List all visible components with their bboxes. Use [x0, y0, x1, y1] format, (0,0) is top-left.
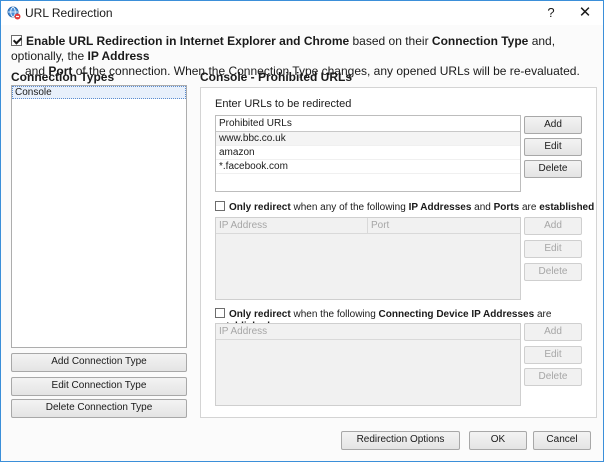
enable-text-bold2: Connection Type	[431, 34, 529, 48]
device-ip-header: IP Address	[216, 324, 520, 340]
table-row[interactable]: www.bbc.co.uk	[216, 132, 520, 146]
close-button[interactable]: ✕	[575, 4, 595, 22]
ip-address-port-table: IP Address Port	[215, 217, 521, 300]
enable-text-mid: based on their	[349, 34, 432, 48]
enable-text-bold: Enable URL Redirection in Internet Explo…	[26, 34, 350, 48]
redirection-options-button[interactable]: Redirection Options	[341, 431, 460, 450]
ip-filter-t1: Only redirect	[229, 202, 291, 213]
edit-connection-type-button[interactable]: Edit Connection Type	[11, 377, 187, 396]
ip-port-header: IP Address Port	[216, 218, 520, 234]
title-bar: URL Redirection ? ✕	[1, 1, 603, 25]
prohibited-urls-heading: Console - Prohibited URLs	[200, 70, 353, 84]
add-device-ip-button[interactable]: Add	[524, 323, 582, 341]
ip-address-column-header: IP Address	[216, 218, 368, 233]
edit-ip-port-button[interactable]: Edit	[524, 240, 582, 258]
prohibited-urls-header: Prohibited URLs	[216, 116, 520, 132]
prohibited-urls-column-header: Prohibited URLs	[219, 118, 292, 129]
urls-instruction-label: Enter URLs to be redirected	[215, 98, 352, 110]
edit-device-ip-button[interactable]: Edit	[524, 346, 582, 364]
enable-text-bold3: IP Address	[87, 49, 150, 63]
ip-filter-t2: when any of the following	[290, 202, 409, 213]
window-title: URL Redirection	[25, 6, 113, 20]
url-redirection-dialog: URL Redirection ? ✕ Enable URL Redirecti…	[0, 0, 604, 462]
device-ip-column-header: IP Address	[219, 326, 268, 337]
enable-url-redirection-checkbox[interactable]	[11, 35, 22, 46]
ip-filter-t3: IP Addresses	[408, 202, 472, 213]
port-column-header: Port	[371, 220, 390, 231]
device-ip-filter-checkbox[interactable]	[215, 308, 225, 318]
globe-redirect-icon	[7, 6, 21, 20]
ip-filter-t6: are	[519, 202, 540, 213]
device-filter-t2: when the following	[290, 309, 379, 320]
ip-filter-t7: established	[539, 202, 595, 213]
table-row[interactable]: amazon	[216, 146, 520, 160]
device-filter-t4: are	[534, 309, 552, 320]
ok-button[interactable]: OK	[469, 431, 527, 450]
ip-address-filter-checkbox[interactable]	[215, 201, 225, 211]
connection-types-heading: Connection Types	[11, 70, 115, 84]
prohibited-urls-table[interactable]: Prohibited URLs www.bbc.co.uk amazon *.f…	[215, 115, 521, 192]
delete-connection-type-button[interactable]: Delete Connection Type	[11, 399, 187, 418]
device-filter-t1: Only redirect	[229, 309, 291, 320]
device-ip-table: IP Address	[215, 323, 521, 406]
help-button[interactable]: ?	[541, 4, 561, 22]
add-ip-port-button[interactable]: Add	[524, 217, 582, 235]
delete-device-ip-button[interactable]: Delete	[524, 368, 582, 386]
ip-filter-t4: and	[471, 202, 494, 213]
delete-url-button[interactable]: Delete	[524, 160, 582, 178]
ip-address-filter-option: Only redirect when any of the following …	[215, 201, 594, 214]
delete-ip-port-button[interactable]: Delete	[524, 263, 582, 281]
ip-filter-t5: Ports	[493, 202, 520, 213]
connection-types-list[interactable]: Console	[11, 85, 187, 348]
add-connection-type-button[interactable]: Add Connection Type	[11, 353, 187, 372]
add-url-button[interactable]: Add	[524, 116, 582, 134]
cancel-button[interactable]: Cancel	[533, 431, 591, 450]
edit-url-button[interactable]: Edit	[524, 138, 582, 156]
device-filter-t3: Connecting Device IP Addresses	[378, 309, 535, 320]
list-item[interactable]: Console	[12, 86, 186, 99]
table-row[interactable]: *.facebook.com	[216, 160, 520, 174]
